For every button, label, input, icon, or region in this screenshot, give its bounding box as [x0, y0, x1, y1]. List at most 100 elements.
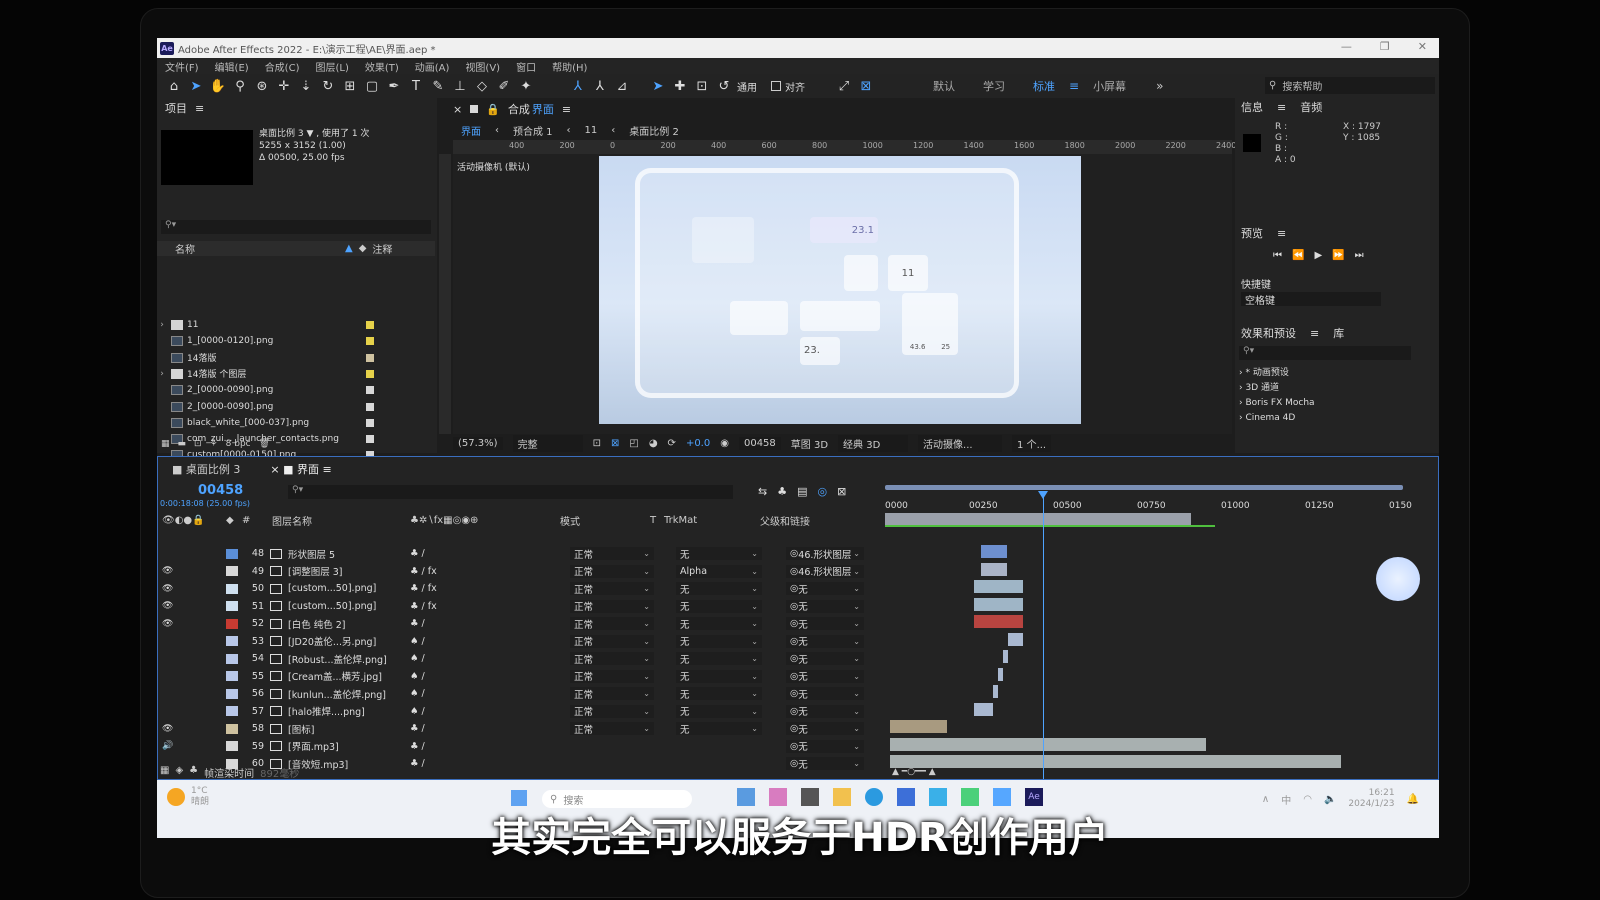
workspace-overflow-icon[interactable]: »	[1156, 79, 1163, 93]
project-item[interactable]: › 11	[157, 317, 435, 333]
channels-icon[interactable]: ◕	[649, 438, 658, 449]
project-search-input[interactable]: ⚲▾	[161, 220, 431, 234]
blend-mode-dropdown[interactable]: 正常 ⌄	[570, 547, 654, 561]
layer-switches[interactable]: ♣ ∕ fx	[410, 566, 437, 577]
app-icon-2[interactable]	[769, 788, 787, 806]
comp-tab-name[interactable]: 界面	[532, 101, 554, 117]
project-item[interactable]: black_white_[000-037].png	[157, 415, 435, 431]
parent-dropdown[interactable]: ◎ 无 ⌄	[786, 722, 864, 736]
layer-label-swatch[interactable]	[226, 723, 238, 734]
notification-icon[interactable]: 🔔	[1407, 794, 1419, 805]
blend-mode-dropdown[interactable]: 正常 ⌄	[570, 564, 654, 578]
puppet-tool-icon[interactable]: ✦	[517, 77, 535, 95]
app-icon-7[interactable]	[929, 788, 947, 806]
layer-name[interactable]: [halo推焊....png]	[288, 704, 408, 718]
effects-search[interactable]: ⚲▾	[1239, 346, 1411, 360]
layer-switches[interactable]: ♠ ∕	[410, 706, 425, 717]
menu-animation[interactable]: 动画(A)	[415, 59, 450, 74]
camera-box-icon[interactable]: ⊡	[693, 77, 711, 95]
maximize-icon[interactable]: ❐	[1380, 40, 1390, 53]
lock-icon[interactable]: 🔒	[486, 103, 500, 116]
trkmat-dropdown[interactable]: 无 ⌄	[676, 722, 762, 736]
anchor-tool-icon[interactable]: ⊞	[341, 77, 359, 95]
label-swatch[interactable]	[366, 353, 374, 362]
effects-item[interactable]: › * 动画预设	[1239, 366, 1315, 381]
col-name[interactable]: 名称	[175, 241, 345, 256]
visibility-toggle-icon[interactable]: 👁	[162, 584, 173, 594]
visibility-toggle-icon[interactable]: 👁	[162, 619, 173, 629]
app-icon-9[interactable]	[993, 788, 1011, 806]
trkmat-dropdown[interactable]: 无 ⌄	[676, 669, 762, 683]
layer-name[interactable]: 形状图层 5	[288, 547, 408, 561]
visibility-toggle-icon[interactable]: 🔊	[162, 741, 173, 751]
link-icon[interactable]: ◎	[790, 706, 798, 717]
mask-path-icon[interactable]: ◰	[629, 438, 638, 449]
layer-label-swatch[interactable]	[226, 566, 238, 577]
roi-icon[interactable]: ⊡	[593, 438, 601, 449]
layer-name[interactable]: [custom...50].png]	[288, 583, 408, 594]
link-icon[interactable]: ◎	[790, 548, 798, 559]
link-icon[interactable]: ◎	[790, 618, 798, 629]
layer-switches[interactable]: ♣ ∕	[410, 741, 425, 752]
breadcrumb-precomp[interactable]: 预合成 1	[513, 123, 553, 138]
layer-duration-bar[interactable]	[890, 737, 1207, 751]
breadcrumb-desktop[interactable]: 桌面比例 2	[629, 123, 679, 138]
work-area-bar[interactable]	[885, 485, 1403, 490]
blend-mode-dropdown[interactable]: 正常 ⌄	[570, 722, 654, 736]
reset-exposure-icon[interactable]: ⟳	[668, 438, 676, 449]
parent-dropdown[interactable]: ◎ 无 ⌄	[786, 652, 864, 666]
parent-dropdown[interactable]: ◎ 无 ⌄	[786, 704, 864, 718]
trkmat-dropdown[interactable]: Alpha ⌄	[676, 564, 762, 578]
parent-dropdown[interactable]: ◎ 无 ⌄	[786, 739, 864, 753]
camera-pan-icon[interactable]: ✚	[671, 77, 689, 95]
layer-label-swatch[interactable]	[226, 636, 238, 647]
link-icon[interactable]: ◎	[790, 583, 798, 594]
parent-dropdown[interactable]: ◎ 无 ⌄	[786, 617, 864, 631]
parent-dropdown[interactable]: ◎ 46.形状图层 ⌄	[786, 547, 864, 561]
layer-row[interactable]: 👁 50 [custom...50].png] ♣ ∕ fx 正常 ⌄ 无 ⌄ ◎ 无 ⌄	[158, 580, 883, 598]
preview-title[interactable]: 预览	[1241, 225, 1263, 241]
volume-icon[interactable]: 🔈	[1324, 794, 1336, 805]
layer-duration-bar[interactable]	[981, 545, 1008, 558]
camera-dropdown[interactable]: 活动摄像...	[918, 434, 1003, 452]
layer-row[interactable]: 57 [halo推焊....png] ♠ ∕ 正常 ⌄ 无 ⌄ ◎ 无 ⌄	[158, 703, 883, 721]
transparency-grid-icon[interactable]: ⊠	[611, 438, 619, 449]
draft-3d-toggle[interactable]: 草图 3D	[791, 436, 828, 451]
camera-orbit-icon[interactable]: ↺	[715, 77, 733, 95]
comp-menu-icon[interactable]: ≡	[562, 103, 571, 116]
label-swatch[interactable]	[366, 337, 374, 346]
prev-frame-icon[interactable]: ⏪	[1292, 250, 1304, 261]
layer-row[interactable]: 55 [Cream盖...横芳.jpg] ♠ ∕ 正常 ⌄ 无 ⌄ ◎ 无 ⌄	[158, 668, 883, 686]
ae-app-icon[interactable]: Ae	[1025, 788, 1043, 806]
parent-dropdown[interactable]: ◎ 46.形状图层 ⌄	[786, 564, 864, 578]
layer-switches[interactable]: ♣ ∕	[410, 548, 425, 559]
layer-switches[interactable]: ♠ ∕	[410, 688, 425, 699]
layer-label-swatch[interactable]	[226, 671, 238, 682]
blend-mode-dropdown[interactable]: 正常 ⌄	[570, 634, 654, 648]
hand-tool-icon[interactable]: ✋	[209, 77, 227, 95]
play-icon[interactable]: ▶	[1314, 250, 1322, 261]
project-item[interactable]: 1_[0000-0120].png	[157, 333, 435, 349]
layer-label-swatch[interactable]	[226, 741, 238, 752]
tab-info[interactable]: 信息	[1241, 99, 1263, 115]
menu-edit[interactable]: 编辑(E)	[215, 59, 249, 74]
rectangle-tool-icon[interactable]: ▢	[363, 77, 381, 95]
close-tab-icon[interactable]: ×	[453, 103, 462, 116]
project-item[interactable]: 14落版	[157, 350, 435, 366]
axis-local-icon[interactable]: ⅄	[569, 77, 587, 95]
minimize-icon[interactable]: —	[1341, 40, 1352, 53]
layer-duration-bar[interactable]	[1003, 650, 1009, 663]
project-title[interactable]: 项目	[165, 100, 187, 116]
link-icon[interactable]: ◎	[790, 723, 798, 734]
layer-row[interactable]: 56 [kunlun...盖伦焊.png] ♠ ∕ 正常 ⌄ 无 ⌄ ◎ 无 ⌄	[158, 685, 883, 703]
layer-label-swatch[interactable]	[226, 653, 238, 664]
label-swatch[interactable]	[366, 418, 374, 427]
link-icon[interactable]: ◎	[790, 671, 798, 682]
layer-label-swatch[interactable]	[226, 706, 238, 717]
link-icon[interactable]: ◎	[790, 741, 798, 752]
shy-icon[interactable]: ♣	[777, 485, 787, 498]
trkmat-dropdown[interactable]: 无 ⌄	[676, 634, 762, 648]
rotate-tool-icon[interactable]: ↻	[319, 77, 337, 95]
layer-switches[interactable]: ♣ ∕	[410, 618, 425, 629]
breadcrumb-current[interactable]: 界面	[461, 123, 481, 138]
